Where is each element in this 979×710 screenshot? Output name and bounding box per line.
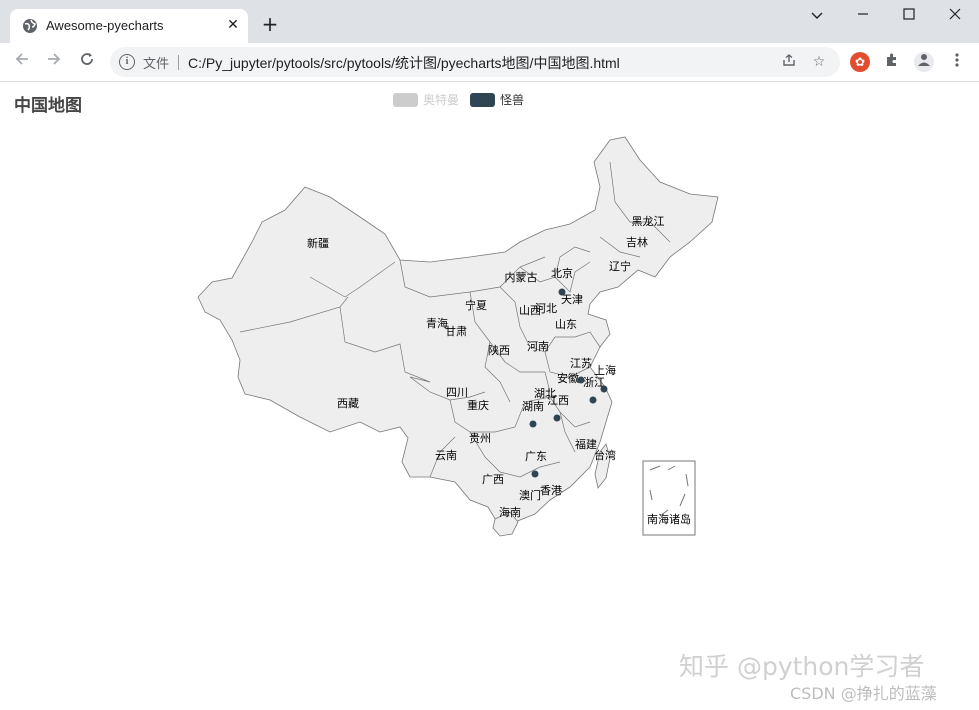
province-label: 台湾: [594, 448, 616, 462]
maximize-icon[interactable]: [899, 7, 919, 25]
map-point[interactable]: [558, 288, 566, 296]
watermark-csdn: CSDN @挣扎的蓝藻: [790, 684, 937, 703]
watermark-zhihu: 知乎 @python学习者: [679, 652, 925, 681]
province-label: 新疆: [307, 236, 329, 250]
map-point[interactable]: [553, 414, 561, 422]
province-label: 甘肃: [445, 325, 467, 338]
china-map: 黑龙江吉林辽宁新疆内蒙古 北京天津宁夏 河北山西青海甘肃山东陕西 河南江苏上海安徽 浙江…: [197, 136, 719, 537]
province-label: 陕西: [488, 343, 510, 357]
close-window-icon[interactable]: [945, 7, 965, 25]
map-point[interactable]: [600, 385, 608, 393]
province-label: 天津: [561, 293, 583, 306]
province-label: 江苏: [570, 357, 592, 370]
province-label: 贵州: [469, 432, 491, 445]
province-label: 南海诸岛: [647, 512, 691, 526]
url-divider: [178, 55, 179, 70]
extension-icon[interactable]: ✿: [850, 52, 870, 72]
province-label: 江西: [547, 394, 569, 407]
more-icon[interactable]: [947, 52, 967, 72]
province-label: 山东: [555, 318, 577, 331]
province-label: 重庆: [467, 398, 489, 412]
province-label: 河南: [527, 340, 549, 353]
address-bar[interactable]: i 文件 C:/Py_jupyter/pytools/src/pytools/统…: [110, 47, 840, 77]
province-label: 山西: [519, 304, 541, 317]
province-label: 西藏: [337, 397, 359, 410]
map-point[interactable]: [529, 420, 537, 428]
province-label: 黑龙江: [632, 215, 665, 228]
info-icon[interactable]: i: [119, 54, 135, 70]
province-label: 云南: [435, 449, 457, 462]
province-label: 宁夏: [465, 298, 487, 312]
browser-toolbar: i 文件 C:/Py_jupyter/pytools/src/pytools/统…: [0, 43, 979, 82]
province-label: 上海: [594, 363, 616, 377]
plus-icon[interactable]: +: [260, 14, 280, 34]
province-label: 吉林: [626, 235, 648, 249]
province-label: 广东: [525, 450, 547, 463]
province-label: 四川: [446, 386, 468, 399]
profile-icon[interactable]: [914, 52, 934, 72]
province-label: 内蒙古: [505, 270, 538, 284]
province-label: 北京: [551, 266, 573, 280]
map-point[interactable]: [577, 376, 585, 384]
map-point[interactable]: [589, 396, 597, 404]
share-icon[interactable]: [780, 53, 798, 71]
reload-icon[interactable]: [76, 51, 98, 73]
globe-icon: [23, 19, 37, 33]
province-label: 香港: [540, 484, 562, 497]
province-label: 澳门: [519, 488, 541, 502]
file-label: 文件: [143, 57, 170, 72]
province-label: 辽宁: [609, 259, 631, 273]
minimize-icon[interactable]: [853, 7, 873, 25]
chevron-down-icon[interactable]: [807, 7, 827, 25]
browser-tab[interactable]: Awesome-pyecharts ✕: [10, 9, 248, 43]
page-content: 中国地图 奥特曼 怪兽 黑龙江 吉林 辽宁 新疆 内蒙古 北京 天津 宁夏 河北 山西 青海 甘肃 山东…: [0, 82, 979, 710]
province-label: 湖南: [522, 400, 544, 413]
puzzle-icon[interactable]: [882, 52, 902, 72]
province-label: 安徽: [557, 371, 579, 385]
star-icon[interactable]: ☆: [810, 53, 828, 71]
map-point[interactable]: [531, 470, 539, 478]
tab-title: Awesome-pyecharts: [46, 18, 164, 33]
url-text[interactable]: C:/Py_jupyter/pytools/src/pytools/统计图/py…: [188, 53, 620, 73]
province-label: 广西: [482, 473, 504, 486]
tab-strip: Awesome-pyecharts ✕ +: [0, 0, 979, 43]
close-icon[interactable]: ✕: [224, 16, 242, 34]
back-icon[interactable]: [11, 51, 33, 73]
forward-icon[interactable]: [43, 51, 65, 73]
province-label: 海南: [499, 505, 521, 519]
